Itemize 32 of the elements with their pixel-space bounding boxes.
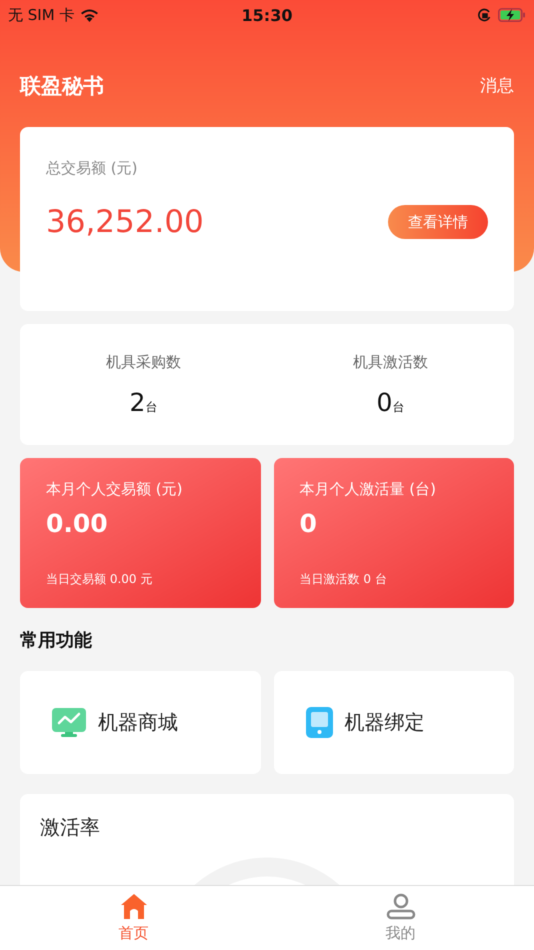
function-tile[interactable]: 机器绑定 xyxy=(274,671,514,774)
home-icon[interactable] xyxy=(120,893,148,920)
details-button[interactable]: 查看详情 xyxy=(388,205,488,239)
stat-value: 0 xyxy=(376,388,392,416)
stat-label: 机具采购数 xyxy=(106,352,181,372)
total-label: 总交易额 (元) xyxy=(46,159,138,178)
wifi-icon xyxy=(80,8,100,22)
monthly-value: 0.00 xyxy=(46,509,109,538)
monthly-label: 本月个人激活量 (台) xyxy=(300,480,437,499)
stat-value: 2 xyxy=(130,388,146,416)
battery-charging-icon xyxy=(498,8,526,22)
tablet-icon xyxy=(306,707,332,738)
monitor-icon xyxy=(52,708,86,738)
app-title: 联盈秘书 xyxy=(20,72,104,100)
stat-label: 机具激活数 xyxy=(353,352,428,372)
tab[interactable]: 首页 xyxy=(0,886,267,950)
clock-time: 15:30 xyxy=(242,6,292,24)
stat-unit: 台 xyxy=(145,398,158,416)
activation-title: 激活率 xyxy=(39,814,101,841)
rotation-lock-icon xyxy=(478,8,492,22)
stat-unit: 台 xyxy=(392,398,404,416)
daily-note: 当日交易额 0.00 元 xyxy=(46,571,154,588)
tab[interactable]: 我的 xyxy=(267,886,534,950)
carrier-label: 无 SIM 卡 xyxy=(8,6,74,24)
section-title: 常用功能 xyxy=(20,628,92,652)
monthly-label: 本月个人交易额 (元) xyxy=(46,480,184,499)
total-amount: 36,252.00 xyxy=(46,204,204,240)
profile-icon[interactable] xyxy=(386,893,416,920)
monthly-value: 0 xyxy=(300,509,318,538)
daily-note: 当日激活数 0 台 xyxy=(300,571,388,588)
messages-button[interactable]: 消息 xyxy=(480,74,514,97)
function-tile[interactable]: 机器商城 xyxy=(20,671,260,774)
